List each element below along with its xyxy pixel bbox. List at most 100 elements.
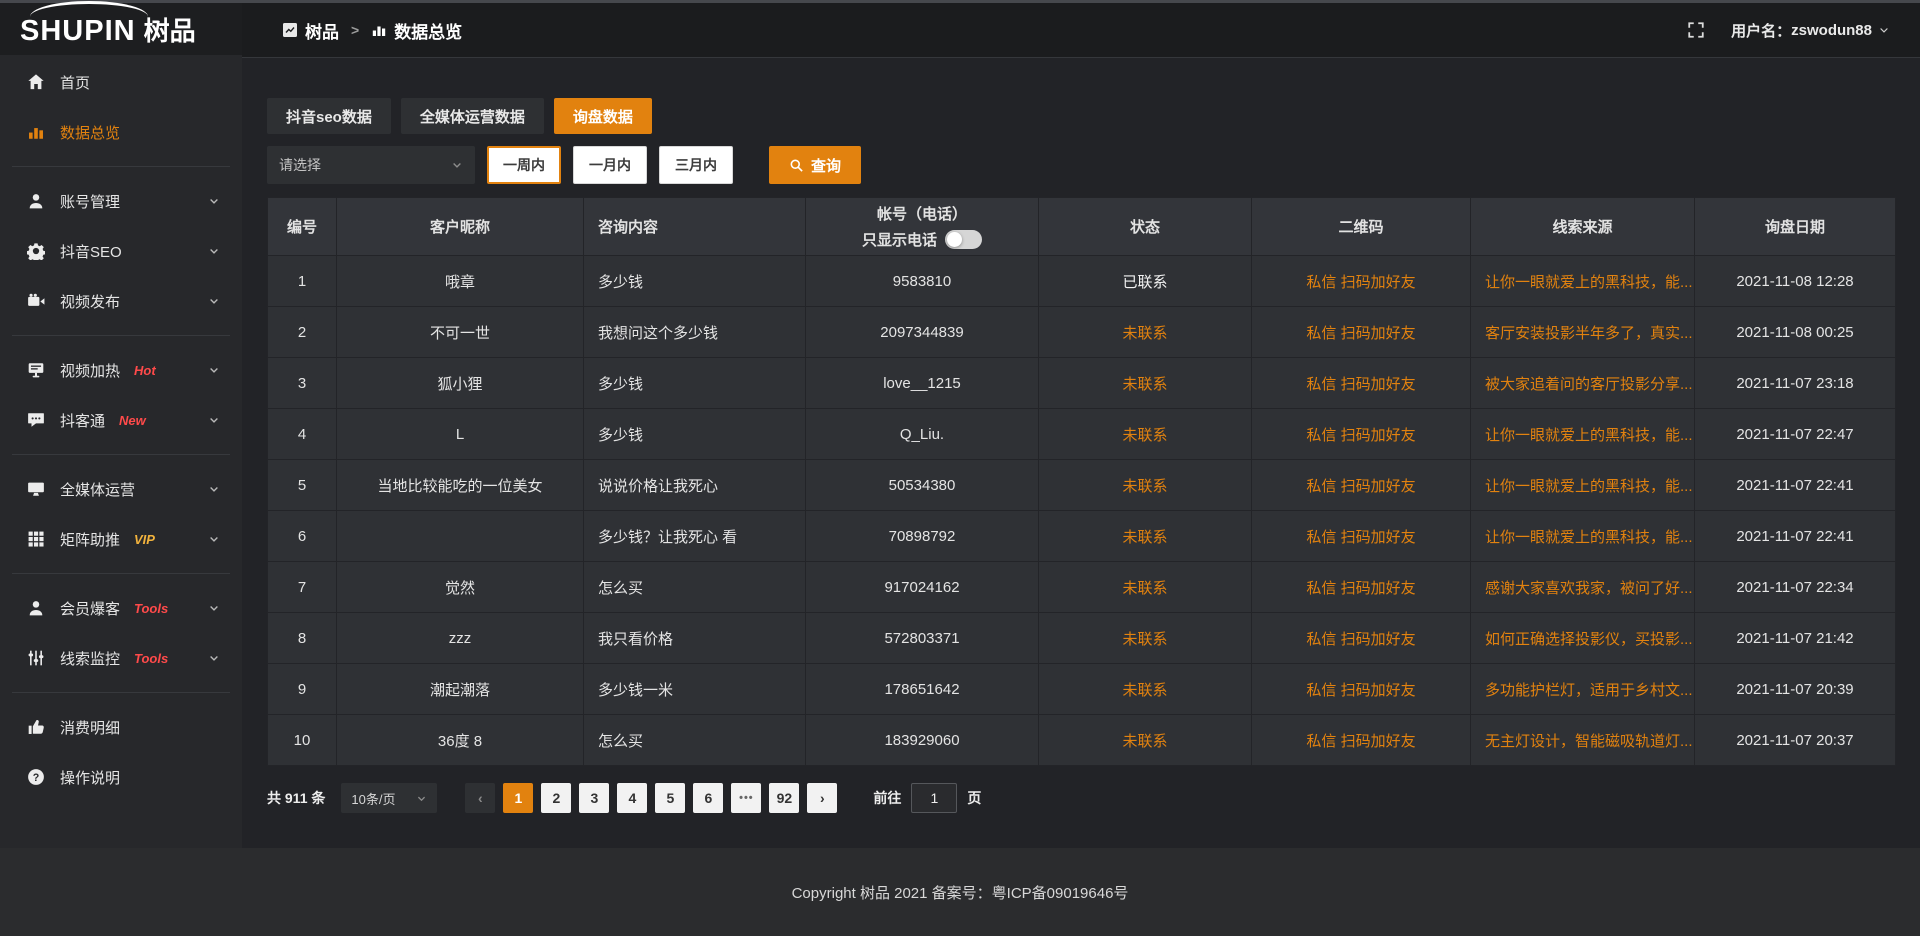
cell-source[interactable]: 让你一眼就爱上的黑科技，能... [1471,256,1695,307]
table-row: 7觉然怎么买917024162未联系私信 扫码加好友感谢大家喜欢我家，被问了好.… [268,562,1896,613]
page-ellipsis-button[interactable]: ••• [731,783,761,813]
sidebar-item-media-operation[interactable]: 全媒体运营 [0,464,242,514]
cell-qrcode[interactable]: 私信 扫码加好友 [1252,664,1471,715]
cell-source[interactable]: 如何正确选择投影仪，买投影... [1471,613,1695,664]
column-header-2: 客户昵称 [337,198,584,256]
table-row: 1036度 8怎么买183929060未联系私信 扫码加好友无主灯设计，智能磁吸… [268,715,1896,766]
cell-source[interactable]: 让你一眼就爱上的黑科技，能... [1471,511,1695,562]
app-logo[interactable]: SHUPIN 树品 [0,3,242,55]
cell-qrcode[interactable]: 私信 扫码加好友 [1252,511,1471,562]
prev-page-button[interactable]: ‹ [465,783,495,813]
page-button-4[interactable]: 4 [617,783,647,813]
page-button-6[interactable]: 6 [693,783,723,813]
user-icon [27,192,45,210]
footer: Copyright 树品 2021 备案号：粤ICP备09019646号 [0,848,1920,936]
sidebar-item-label: 抖客通 [60,410,105,431]
sliders-icon [27,649,45,667]
cell-no: 7 [268,562,337,613]
table-row: 3狐小狸多少钱love__1215未联系私信 扫码加好友被大家追着问的客厅投影分… [268,358,1896,409]
sidebar-item-matrix-boost[interactable]: 矩阵助推VIP [0,514,242,564]
cell-source[interactable]: 让你一眼就爱上的黑科技，能... [1471,460,1695,511]
cell-source[interactable]: 感谢大家喜欢我家，被问了好... [1471,562,1695,613]
table-row: 1哦章多少钱9583810已联系私信 扫码加好友让你一眼就爱上的黑科技，能...… [268,256,1896,307]
chevron-down-icon [208,652,220,664]
sidebar-item-data-overview[interactable]: 数据总览 [0,107,242,157]
chevron-down-icon [416,793,427,804]
inquiry-table: 编号客户昵称咨询内容帐号（电话）只显示电话状态二维码线索来源询盘日期 1哦章多少… [267,197,1896,766]
sidebar-item-consumption-detail[interactable]: 消费明细 [0,702,242,752]
cell-status: 未联系 [1039,613,1252,664]
cell-no: 9 [268,664,337,715]
cell-source[interactable]: 无主灯设计，智能磁吸轨道灯... [1471,715,1695,766]
sidebar-item-badge: New [119,413,146,428]
page-button-92[interactable]: 92 [769,783,799,813]
sidebar-item-clue-monitor[interactable]: 线索监控Tools [0,633,242,683]
breadcrumb-separator: > [351,22,359,38]
goto-page-input[interactable] [911,783,957,813]
cell-source[interactable]: 多功能护栏灯，适用于乡村文... [1471,664,1695,715]
page-size-select[interactable]: 10条/页 [341,783,437,813]
user-menu[interactable]: 用户名： zswodun88 [1731,20,1890,41]
cell-date: 2021-11-07 21:42 [1695,613,1896,664]
fullscreen-icon[interactable] [1687,21,1705,39]
page-button-2[interactable]: 2 [541,783,571,813]
cell-content: 多少钱？让我死心 看 [584,511,806,562]
content-area: 抖音seo数据全媒体运营数据询盘数据 请选择 一周内一月内三月内 查询 编号客户… [242,57,1920,848]
cell-no: 4 [268,409,337,460]
page-button-3[interactable]: 3 [579,783,609,813]
cell-source[interactable]: 客厅安装投影半年多了，真实... [1471,307,1695,358]
sidebar-item-home[interactable]: 首页 [0,57,242,107]
range-button-3[interactable]: 三月内 [659,146,733,184]
cell-nickname: 不可一世 [337,307,584,358]
account-select[interactable]: 请选择 [267,146,475,184]
breadcrumb-current[interactable]: 数据总览 [371,18,462,43]
cell-qrcode[interactable]: 私信 扫码加好友 [1252,562,1471,613]
tab-douyin-seo-data[interactable]: 抖音seo数据 [267,98,391,134]
cell-qrcode[interactable]: 私信 扫码加好友 [1252,409,1471,460]
cell-nickname: L [337,409,584,460]
cell-source[interactable]: 被大家追着问的客厅投影分享... [1471,358,1695,409]
username-label: 用户名： [1731,20,1791,41]
cell-qrcode[interactable]: 私信 扫码加好友 [1252,307,1471,358]
table-row: 2不可一世我想问这个多少钱2097344839未联系私信 扫码加好友客厅安装投影… [268,307,1896,358]
topbar-right: 用户名： zswodun88 [1687,20,1920,41]
cell-status: 未联系 [1039,664,1252,715]
sidebar-item-help[interactable]: ?操作说明 [0,752,242,802]
column-header-4: 帐号（电话）只显示电话 [806,198,1039,256]
column-header-5: 状态 [1039,198,1252,256]
phone-only-label: 只显示电话 [862,229,937,250]
cell-qrcode[interactable]: 私信 扫码加好友 [1252,256,1471,307]
cell-no: 2 [268,307,337,358]
sidebar-item-label: 账号管理 [60,191,120,212]
page-button-5[interactable]: 5 [655,783,685,813]
sidebar-item-douketong[interactable]: 抖客通 New [0,395,242,445]
tab-media-operation-data[interactable]: 全媒体运营数据 [401,98,544,134]
cell-qrcode[interactable]: 私信 扫码加好友 [1252,613,1471,664]
cell-qrcode[interactable]: 私信 扫码加好友 [1252,358,1471,409]
cell-status: 未联系 [1039,409,1252,460]
range-button-2[interactable]: 一月内 [573,146,647,184]
sidebar-item-label: 数据总览 [60,122,120,143]
cell-qrcode[interactable]: 私信 扫码加好友 [1252,715,1471,766]
sidebar-item-video-heat[interactable]: 视频加热Hot [0,345,242,395]
cell-content: 多少钱 [584,358,806,409]
sidebar-item-account-manage[interactable]: 账号管理 [0,176,242,226]
table-row: 9潮起潮落多少钱一米178651642未联系私信 扫码加好友多功能护栏灯，适用于… [268,664,1896,715]
sidebar-item-video-publish[interactable]: 视频发布 [0,276,242,326]
table-row: 4L多少钱Q_Liu.未联系私信 扫码加好友让你一眼就爱上的黑科技，能...20… [268,409,1896,460]
query-button[interactable]: 查询 [769,146,861,184]
page-button-1[interactable]: 1 [503,783,533,813]
cell-qrcode[interactable]: 私信 扫码加好友 [1252,460,1471,511]
range-button-1[interactable]: 一周内 [487,146,561,184]
thumb-icon [27,718,45,736]
next-page-button[interactable]: › [807,783,837,813]
cell-nickname: zzz [337,613,584,664]
breadcrumb-root[interactable]: 树品 [282,18,339,43]
username-value: zswodun88 [1791,22,1872,39]
cell-status: 已联系 [1039,256,1252,307]
phone-only-toggle[interactable] [945,230,982,249]
sidebar-item-member-leads[interactable]: 会员爆客Tools [0,583,242,633]
sidebar-item-douyin-seo[interactable]: 抖音SEO [0,226,242,276]
tab-inquiry-data[interactable]: 询盘数据 [554,98,652,134]
cell-source[interactable]: 让你一眼就爱上的黑科技，能... [1471,409,1695,460]
